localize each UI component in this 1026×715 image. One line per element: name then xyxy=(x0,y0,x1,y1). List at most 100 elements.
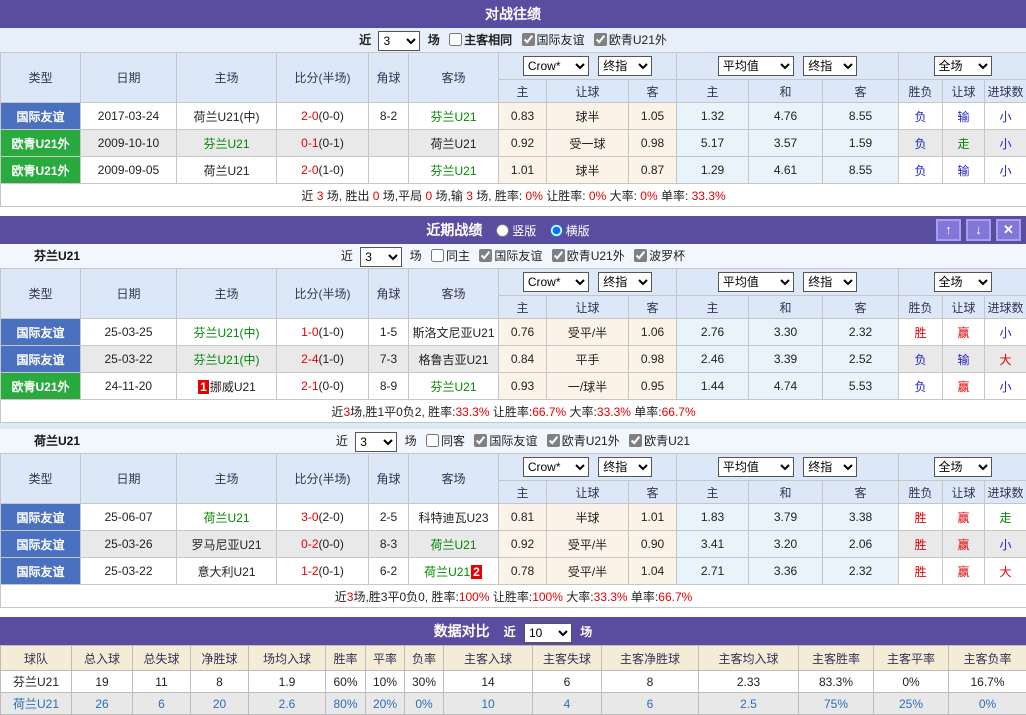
sub-avg-draw: 和 xyxy=(749,80,823,103)
odds-source-select[interactable]: Crow* xyxy=(523,272,589,292)
odds-source-select[interactable]: Crow* xyxy=(523,457,589,477)
cell-match-type: 国际友谊 xyxy=(1,319,81,346)
cell-result-goals: 小 xyxy=(985,531,1026,558)
avg-dropdown-cell: 平均值 终指 xyxy=(677,454,899,481)
cmp-cell: 20% xyxy=(366,693,405,715)
cmp-cell: 0% xyxy=(949,693,1026,715)
cell-odds-home: 0.81 xyxy=(499,504,547,531)
odds-time-select[interactable]: 终指 xyxy=(598,457,652,477)
cell-home-team: 1挪威U21 xyxy=(177,373,277,400)
cell-avg-home: 2.76 xyxy=(677,319,749,346)
netherlands-band: 荷兰U21 近 3 场 同客 国际友谊 欧青U21外 欧青U21 xyxy=(0,429,1026,453)
league-checkbox-label[interactable]: 欧青U21外 xyxy=(588,33,667,47)
avg-source-select[interactable]: 平均值 xyxy=(718,56,794,76)
scope-select[interactable]: 全场 xyxy=(934,56,992,76)
layout-horizontal-radio-label[interactable]: 横版 xyxy=(550,224,590,238)
avg-time-select[interactable]: 终指 xyxy=(803,56,857,76)
cell-date: 25-03-26 xyxy=(81,531,177,558)
cell-avg-home: 2.46 xyxy=(677,346,749,373)
avg-source-select[interactable]: 平均值 xyxy=(718,457,794,477)
col-header-away: 客场 xyxy=(409,269,499,319)
league-checkbox[interactable] xyxy=(474,434,487,447)
cell-result-handicap: 赢 xyxy=(943,319,985,346)
cell-match-type: 国际友谊 xyxy=(1,346,81,373)
cmp-header: 总失球 xyxy=(133,646,191,671)
odds-dropdown-cell: Crow* 终指 xyxy=(499,53,677,80)
close-button[interactable]: ✕ xyxy=(996,219,1021,241)
league-friendly-checkbox[interactable] xyxy=(522,33,535,46)
move-down-button[interactable]: ↓ xyxy=(966,219,991,241)
col-header-date: 日期 xyxy=(81,454,177,504)
league-checkbox-label[interactable]: 国际友谊 xyxy=(516,33,585,47)
cell-score: 0-1(0-1) xyxy=(277,130,369,157)
cell-away-team: 科特迪瓦U23 xyxy=(409,504,499,531)
finland-rounds-select[interactable]: 3 xyxy=(360,247,402,267)
layout-vertical-radio-label[interactable]: 竖版 xyxy=(496,224,536,238)
same-venue-checkbox[interactable] xyxy=(449,33,462,46)
same-away-checkbox-label[interactable]: 同客 xyxy=(420,434,465,448)
cell-result-wdl: 胜 xyxy=(899,504,943,531)
section-gap xyxy=(0,608,1026,617)
sub-handicap: 让球 xyxy=(547,296,629,319)
scope-select[interactable]: 全场 xyxy=(934,272,992,292)
compare-row-finland: 芬兰U21 19 11 8 1.9 60% 10% 30% 14 6 8 2.3… xyxy=(1,671,1026,693)
red-badge: 2 xyxy=(471,565,482,579)
league-checkbox-label[interactable]: 国际友谊 xyxy=(468,434,537,448)
avg-time-select[interactable]: 终指 xyxy=(803,272,857,292)
same-home-checkbox[interactable] xyxy=(431,249,444,262)
cell-odds-home: 0.92 xyxy=(499,531,547,558)
sub-away: 客 xyxy=(629,80,677,103)
league-checkbox[interactable] xyxy=(634,249,647,262)
league-checkbox[interactable] xyxy=(629,434,642,447)
odds-time-select[interactable]: 终指 xyxy=(598,56,652,76)
cell-odds-away: 0.98 xyxy=(629,346,677,373)
compare-rounds-select[interactable]: 10 xyxy=(524,623,572,643)
cell-avg-away: 2.32 xyxy=(823,319,899,346)
cell-odds-home: 0.83 xyxy=(499,103,547,130)
cell-odds-handicap: 受平/半 xyxy=(547,319,629,346)
col-header-home: 主场 xyxy=(177,454,277,504)
cell-score: 2-1(0-0) xyxy=(277,373,369,400)
move-up-button[interactable]: ↑ xyxy=(936,219,961,241)
cmp-cell: 2.33 xyxy=(699,671,799,693)
league-checkbox[interactable] xyxy=(479,249,492,262)
avg-source-select[interactable]: 平均值 xyxy=(718,272,794,292)
odds-source-select[interactable]: Crow* xyxy=(523,56,589,76)
cmp-cell: 1.9 xyxy=(249,671,326,693)
league-checkbox[interactable] xyxy=(547,434,560,447)
league-checkbox-label[interactable]: 波罗杯 xyxy=(628,249,685,263)
league-checkbox-label[interactable]: 欧青U21 xyxy=(623,434,690,448)
sub-goals: 进球数 xyxy=(985,80,1026,103)
cmp-header: 场均入球 xyxy=(249,646,326,671)
cell-date: 2017-03-24 xyxy=(81,103,177,130)
layout-horizontal-radio[interactable] xyxy=(550,224,563,237)
cell-result-goals: 大 xyxy=(985,346,1026,373)
table-row: 国际友谊 25-03-22 芬兰U21(中) 2-4(1-0) 7-3 格鲁吉亚… xyxy=(1,346,1026,373)
league-checkbox-label[interactable]: 欧青U21外 xyxy=(546,249,625,263)
cell-odds-handicap: 平手 xyxy=(547,346,629,373)
odds-time-select[interactable]: 终指 xyxy=(598,272,652,292)
league-u21q-checkbox[interactable] xyxy=(594,33,607,46)
cmp-cell: 6 xyxy=(133,693,191,715)
netherlands-rounds-select[interactable]: 3 xyxy=(355,432,397,452)
cmp-cell: 60% xyxy=(326,671,366,693)
sub-let: 让球 xyxy=(943,80,985,103)
h2h-rounds-select[interactable]: 3 xyxy=(378,31,420,51)
sub-home: 主 xyxy=(499,80,547,103)
cell-result-handicap: 赢 xyxy=(943,531,985,558)
league-checkbox-label[interactable]: 欧青U21外 xyxy=(541,434,620,448)
scope-select[interactable]: 全场 xyxy=(934,457,992,477)
same-venue-checkbox-label[interactable]: 主客相同 xyxy=(443,33,512,47)
same-home-checkbox-label[interactable]: 同主 xyxy=(425,249,470,263)
league-checkbox[interactable] xyxy=(552,249,565,262)
layout-vertical-radio[interactable] xyxy=(496,224,509,237)
league-checkbox-label[interactable]: 国际友谊 xyxy=(473,249,542,263)
avg-time-select[interactable]: 终指 xyxy=(803,457,857,477)
sub-avg-home: 主 xyxy=(677,481,749,504)
cell-result-handicap: 赢 xyxy=(943,504,985,531)
table-row: 国际友谊 25-06-07 荷兰U21 3-0(2-0) 2-5 科特迪瓦U23… xyxy=(1,504,1026,531)
table-row: 国际友谊 25-03-22 意大利U21 1-2(0-1) 6-2 荷兰U212… xyxy=(1,558,1026,585)
cell-corner: 8-3 xyxy=(369,531,409,558)
same-away-checkbox[interactable] xyxy=(426,434,439,447)
cell-date: 25-06-07 xyxy=(81,504,177,531)
